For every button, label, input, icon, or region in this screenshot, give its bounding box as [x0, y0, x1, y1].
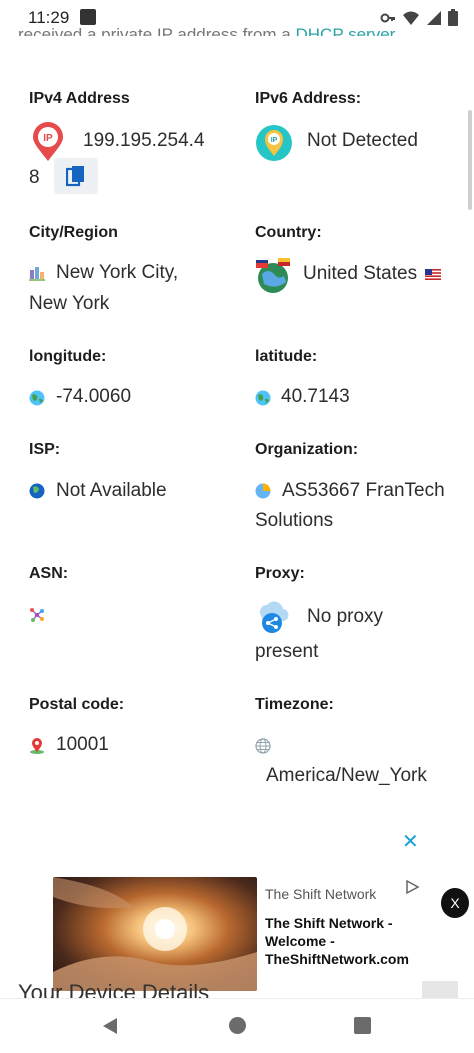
isp-label: ISP: [29, 441, 61, 458]
globe-outline-icon [255, 738, 271, 754]
asn-label: ASN: [29, 565, 69, 582]
ipv4-value-continued: 8 [29, 167, 40, 188]
ad-image[interactable] [53, 877, 257, 991]
latitude-value: 40.7143 [281, 386, 350, 407]
timezone-label: Timezone: [255, 696, 334, 713]
longitude-value: -74.0060 [56, 386, 132, 407]
battery-icon [448, 9, 458, 26]
us-flag-icon [425, 269, 441, 280]
city-label: City/Region [29, 224, 118, 241]
proxy-value: No proxy [307, 606, 384, 627]
organization-value: AS53667 FranTech [282, 480, 445, 501]
city-icon [29, 267, 45, 281]
ip-location-icon: IP [256, 125, 292, 161]
region-value: New York [29, 293, 110, 314]
dhcp-link[interactable]: DHCP server. [296, 25, 400, 36]
proxy-value-continued: present [255, 641, 319, 662]
ad-choices-icon[interactable] [404, 879, 420, 895]
svg-text:IP: IP [271, 137, 278, 144]
system-nav-bar [0, 998, 474, 1053]
copy-button[interactable] [54, 158, 98, 194]
network-nodes-icon [30, 608, 44, 622]
scrollbar[interactable] [468, 110, 472, 210]
wifi-icon [403, 11, 419, 25]
ipv4-value: 199.195.254.4 [83, 130, 205, 151]
postal-label: Postal code: [29, 696, 125, 713]
longitude-label: longitude: [29, 348, 107, 365]
ipv6-label: IPv6 Address: [255, 90, 362, 107]
ad-cta-strip[interactable] [422, 981, 458, 999]
home-icon[interactable] [229, 1017, 246, 1034]
country-value: United States [303, 263, 418, 284]
ad-brand[interactable]: The Shift Network [265, 886, 376, 902]
globe-flags-icon [256, 258, 290, 293]
ip-pin-icon: IP [33, 122, 63, 161]
proxy-label: Proxy: [255, 565, 305, 582]
ad-headline[interactable]: The Shift Network - Welcome - TheShiftNe… [265, 914, 415, 968]
section-heading: Your Device Details [18, 980, 210, 999]
country-label: Country: [255, 224, 322, 241]
network-globe-icon [29, 483, 45, 499]
svg-text:IP: IP [43, 133, 53, 144]
hands-light-image [53, 877, 257, 991]
recent-apps-icon[interactable] [354, 1017, 371, 1034]
globe-icon [29, 390, 45, 406]
copy-icon [66, 166, 84, 187]
organization-icon [255, 483, 271, 499]
ad-close-icon[interactable]: ✕ [402, 829, 419, 854]
timezone-value: America/New_York [266, 765, 427, 786]
isp-value: Not Available [56, 480, 167, 501]
globe-icon [255, 390, 271, 406]
intro-text: received a private IP address from a DHC… [18, 22, 399, 36]
signal-icon [427, 10, 441, 25]
ad-dismiss-button[interactable]: X [441, 888, 469, 918]
location-pin-icon [30, 738, 44, 754]
ipv6-value: Not Detected [307, 130, 418, 151]
back-icon[interactable] [101, 1017, 119, 1035]
cloud-share-icon [259, 601, 289, 633]
organization-value-continued: Solutions [255, 510, 334, 531]
city-value: New York City, [56, 262, 179, 283]
organization-label: Organization: [255, 441, 359, 458]
latitude-label: latitude: [255, 348, 318, 365]
ipv4-label: IPv4 Address [29, 90, 130, 107]
postal-value: 10001 [56, 734, 109, 755]
